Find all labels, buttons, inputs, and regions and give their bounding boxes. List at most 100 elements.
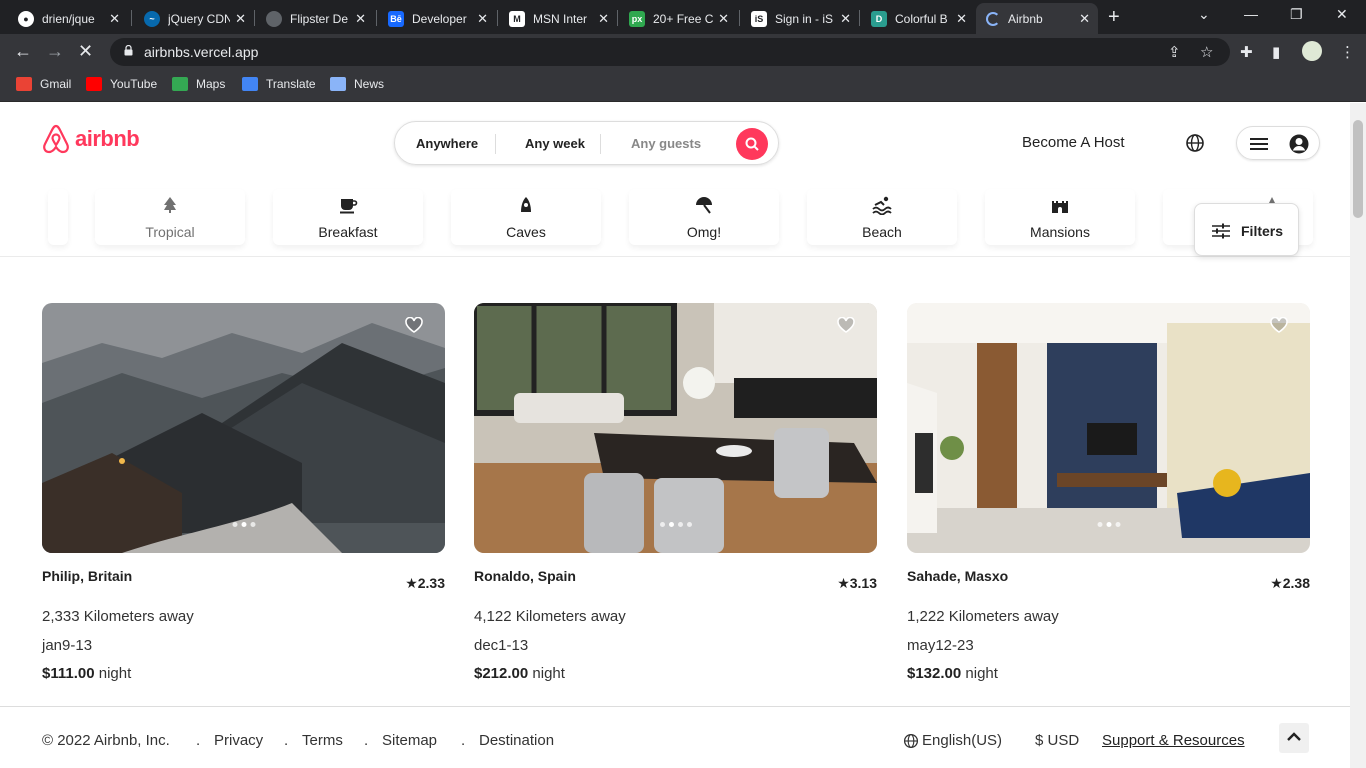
close-tab-icon[interactable]: ✕ bbox=[355, 11, 366, 27]
listing-photo-living-room[interactable] bbox=[907, 303, 1310, 553]
bookmark-maps[interactable]: Maps bbox=[172, 77, 225, 91]
living-room-photo bbox=[907, 303, 1310, 553]
footer-link-terms[interactable]: Terms bbox=[302, 732, 343, 749]
globe-icon bbox=[903, 733, 919, 748]
new-tab-icon[interactable]: + bbox=[1108, 6, 1120, 29]
address-bar[interactable]: airbnbs.vercel.app bbox=[110, 38, 1230, 66]
castle-icon bbox=[1052, 201, 1068, 213]
stop-loading-icon[interactable]: ✕ bbox=[78, 41, 93, 62]
close-tab-icon[interactable]: ✕ bbox=[109, 11, 120, 27]
behance-icon: Bē bbox=[388, 10, 404, 27]
gmail-icon bbox=[16, 77, 32, 91]
footer-link-sitemap[interactable]: Sitemap bbox=[382, 732, 437, 749]
close-tab-icon[interactable]: ✕ bbox=[235, 11, 246, 27]
bookmark-star-icon[interactable]: ☆ bbox=[1200, 43, 1213, 61]
favorite-heart-icon[interactable] bbox=[837, 317, 855, 333]
bookmark-translate[interactable]: Translate bbox=[242, 77, 316, 91]
listing-location: Philip, Britain bbox=[42, 568, 133, 584]
close-tab-icon[interactable]: ✕ bbox=[1079, 11, 1090, 27]
coffee-cup-icon bbox=[340, 199, 358, 214]
category-caves[interactable]: Caves bbox=[451, 189, 601, 245]
search-icon bbox=[745, 137, 759, 151]
share-icon[interactable]: ⇪ bbox=[1168, 43, 1181, 61]
browser-tab[interactable]: px 20+ Free C ✕ bbox=[619, 3, 737, 34]
news-icon bbox=[330, 77, 346, 91]
listing-card[interactable]: Ronaldo, Spain ★3.13 4,122 Kilometers aw… bbox=[474, 303, 877, 682]
listing-dates: dec1-13 bbox=[474, 637, 529, 654]
user-menu-button[interactable] bbox=[1236, 126, 1320, 160]
search-when[interactable]: Any week bbox=[525, 136, 585, 151]
close-tab-icon[interactable]: ✕ bbox=[598, 11, 609, 27]
browser-tab-active[interactable]: Airbnb ✕ bbox=[976, 3, 1098, 34]
support-resources-link[interactable]: Support & Resources bbox=[1102, 732, 1245, 749]
category-beach[interactable]: Beach bbox=[807, 189, 957, 245]
tab-search-icon[interactable]: ⌄ bbox=[1198, 6, 1210, 23]
side-panel-icon[interactable]: ▮ bbox=[1272, 43, 1280, 61]
category-item[interactable] bbox=[48, 189, 68, 245]
listing-card[interactable]: Sahade, Masxo ★2.38 1,222 Kilometers awa… bbox=[907, 303, 1310, 682]
listing-location: Sahade, Masxo bbox=[907, 568, 1009, 584]
listing-photo-dining[interactable] bbox=[474, 303, 877, 553]
browser-tab[interactable]: D Colorful B ✕ bbox=[861, 3, 975, 34]
category-breakfast[interactable]: Breakfast bbox=[273, 189, 423, 245]
listing-card[interactable]: Philip, Britain ★2.33 2,333 Kilometers a… bbox=[42, 303, 445, 682]
language-selector[interactable]: English(US) bbox=[903, 732, 1002, 749]
category-tropical[interactable]: Tropical bbox=[95, 189, 245, 245]
bookmark-news[interactable]: News bbox=[330, 77, 384, 91]
footer-link-destination[interactable]: Destination bbox=[479, 732, 554, 749]
is-icon: iS bbox=[751, 10, 767, 27]
menu-dots-icon[interactable]: ⋮ bbox=[1340, 43, 1355, 61]
bookmark-youtube[interactable]: YouTube bbox=[86, 77, 157, 91]
page-footer: © 2022 Airbnb, Inc. . Privacy . Terms . … bbox=[0, 706, 1350, 768]
listing-photo-village[interactable] bbox=[42, 303, 445, 553]
back-arrow-icon[interactable]: ← bbox=[14, 41, 32, 62]
airbnb-logo-icon bbox=[43, 124, 69, 154]
favorite-heart-icon[interactable] bbox=[1270, 317, 1288, 333]
filters-button[interactable]: Filters bbox=[1194, 203, 1299, 256]
footer-link-privacy[interactable]: Privacy bbox=[214, 732, 263, 749]
search-where[interactable]: Anywhere bbox=[416, 136, 478, 151]
close-tab-icon[interactable]: ✕ bbox=[718, 11, 729, 27]
listing-price: $212.00 night bbox=[474, 665, 565, 682]
close-tab-icon[interactable]: ✕ bbox=[956, 11, 967, 27]
currency-selector[interactable]: $ USD bbox=[1035, 732, 1079, 749]
browser-tab[interactable]: iS Sign in - iS ✕ bbox=[741, 3, 859, 34]
listing-rating: ★2.38 bbox=[1270, 575, 1310, 591]
search-button[interactable] bbox=[736, 128, 768, 160]
close-tab-icon[interactable]: ✕ bbox=[840, 11, 851, 27]
jquery-icon: ~ bbox=[144, 10, 160, 27]
minimize-icon[interactable]: — bbox=[1244, 6, 1258, 22]
airbnb-logo[interactable]: airbnb bbox=[41, 123, 140, 155]
profile-avatar[interactable] bbox=[1302, 41, 1322, 61]
favorite-heart-icon[interactable] bbox=[405, 317, 423, 333]
umbrella-icon bbox=[696, 197, 712, 214]
browser-tab[interactable]: Bē Developer ✕ bbox=[378, 3, 496, 34]
close-tab-icon[interactable]: ✕ bbox=[477, 11, 488, 27]
category-mansions[interactable]: Mansions bbox=[985, 189, 1135, 245]
browser-tab[interactable]: ● drien/jque ✕ bbox=[8, 3, 128, 34]
search-guests[interactable]: Any guests bbox=[631, 136, 701, 151]
page-scrollbar[interactable] bbox=[1350, 103, 1366, 768]
bookmark-gmail[interactable]: Gmail bbox=[16, 77, 71, 91]
search-bar[interactable]: Anywhere Any week Any guests bbox=[394, 121, 779, 165]
dining-photo bbox=[474, 303, 877, 553]
globe-icon[interactable] bbox=[1185, 133, 1205, 153]
browser-toolbar: ← → ✕ airbnbs.vercel.app ⇪ ☆ ✚ ▮ ⋮ bbox=[0, 34, 1366, 70]
category-omg[interactable]: Omg! bbox=[629, 189, 779, 245]
restore-icon[interactable]: ❐ bbox=[1290, 6, 1303, 23]
close-window-icon[interactable]: ✕ bbox=[1336, 6, 1348, 23]
scroll-top-button[interactable] bbox=[1279, 723, 1309, 753]
browser-tab[interactable]: ~ jQuery CDN ✕ bbox=[134, 3, 254, 34]
browser-tab-strip: ● drien/jque ✕ ~ jQuery CDN ✕ Flipster D… bbox=[0, 0, 1366, 34]
browser-tab[interactable]: Flipster De ✕ bbox=[256, 3, 374, 34]
listing-rating: ★3.13 bbox=[837, 575, 877, 591]
listing-dates: may12-23 bbox=[907, 637, 974, 654]
scrollbar-thumb[interactable] bbox=[1353, 120, 1363, 218]
extensions-icon[interactable]: ✚ bbox=[1240, 43, 1253, 61]
forward-arrow-icon[interactable]: → bbox=[46, 41, 64, 62]
carousel-dots bbox=[659, 522, 692, 527]
become-host-link[interactable]: Become A Host bbox=[1022, 134, 1125, 151]
user-avatar-icon bbox=[1289, 134, 1309, 154]
browser-tab[interactable]: M MSN Inter ✕ bbox=[499, 3, 617, 34]
hamburger-menu-icon bbox=[1250, 138, 1268, 150]
